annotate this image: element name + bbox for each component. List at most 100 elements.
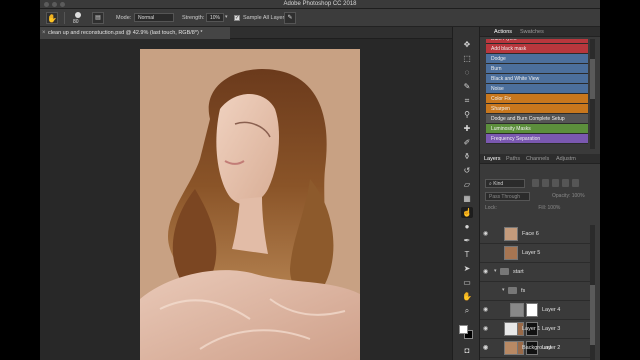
tab-actions[interactable]: Actions — [494, 29, 512, 35]
gradient-tool-icon[interactable]: ▦ — [461, 193, 473, 204]
layer-row-layer-4[interactable]: ◉ Layer 4 — [480, 301, 592, 320]
crop-tool-icon[interactable]: ⌗ — [461, 95, 473, 106]
layer-row-start-group[interactable]: ◉ ▾ start — [480, 263, 592, 282]
action-item[interactable]: Luminosity Masks — [486, 124, 588, 134]
layer-mask-thumbnail[interactable] — [526, 303, 538, 317]
filter-shape-icon[interactable] — [562, 179, 569, 187]
action-item[interactable]: Sharpen — [486, 104, 588, 114]
folder-icon — [500, 268, 509, 275]
tab-channels[interactable]: Channels — [526, 156, 549, 162]
action-item[interactable]: Add black mask — [486, 44, 588, 54]
layer-row-layer-5[interactable]: Layer 5 — [480, 244, 592, 263]
filter-type-icon[interactable] — [552, 179, 559, 187]
history-brush-tool-icon[interactable]: ↺ — [461, 165, 473, 176]
layer-row-fs-group[interactable]: ▾ fs — [480, 282, 592, 301]
tab-adjustments[interactable]: Adjustm — [556, 156, 576, 162]
layers-controls: ⌕ Kind Pass Through Opacity: 100% Lock: … — [480, 175, 600, 215]
kind-label: Kind — [493, 181, 504, 187]
layer-thumbnail — [504, 322, 518, 336]
strength-dropdown-icon[interactable]: ▾ — [225, 14, 228, 20]
tab-paths[interactable]: Paths — [506, 156, 520, 162]
dodge-tool-icon[interactable]: ● — [461, 221, 473, 232]
document-tab[interactable]: × clean up and reconstuction.psd @ 42.9%… — [40, 27, 230, 39]
fill-label: Fill: — [538, 205, 547, 211]
eraser-tool-icon[interactable]: ▱ — [461, 179, 473, 190]
layer-name: fs — [521, 288, 526, 294]
fill-value[interactable]: 100% — [548, 205, 561, 211]
hand-tool-icon[interactable]: ✋ — [461, 291, 473, 302]
type-tool-icon[interactable]: T — [461, 249, 473, 260]
action-item[interactable]: Black and White View — [486, 74, 588, 84]
brush-dot-icon — [75, 12, 81, 18]
letterbox-left — [0, 0, 40, 360]
foreground-color-swatch[interactable] — [459, 325, 468, 334]
clone-stamp-tool-icon[interactable]: ⚱ — [461, 151, 473, 162]
visibility-eye-icon[interactable]: ◉ — [483, 268, 490, 275]
tool-preset-icon[interactable]: ✋ — [46, 12, 58, 24]
sample-all-layers-checkbox[interactable]: ✓ — [234, 15, 240, 21]
brush-preset-picker[interactable]: 80 — [70, 11, 86, 25]
layers-scrollbar[interactable] — [590, 225, 595, 360]
layer-name: Layer 4 — [542, 307, 561, 313]
opacity-value: 100% — [571, 193, 585, 199]
filter-smart-object-icon[interactable] — [572, 179, 579, 187]
canvas-area[interactable] — [40, 39, 452, 360]
actions-list: Dark Flyers Add black mask Dodge Burn Black … — [486, 39, 588, 149]
document-tab-title: clean up and reconstuction.psd @ 42.9% (… — [48, 30, 203, 36]
expand-group-chevron-icon[interactable]: ▾ — [494, 268, 497, 274]
close-tab-icon[interactable]: × — [42, 27, 46, 39]
layer-thumbnail — [510, 303, 524, 317]
filter-adjustment-icon[interactable] — [542, 179, 549, 187]
actions-scrollbar[interactable] — [590, 39, 595, 149]
healing-brush-tool-icon[interactable]: ✚ — [461, 123, 473, 134]
sample-all-layers-label: Sample All Layers — [243, 15, 288, 21]
opacity-control[interactable]: Opacity: 100% — [552, 193, 585, 199]
visibility-eye-icon[interactable]: ◉ — [483, 306, 490, 313]
move-tool-icon[interactable]: ✥ — [461, 39, 473, 50]
title-bar: Adobe Photoshop CC 2018 — [40, 0, 600, 9]
smudge-tool-icon[interactable]: ☝ — [461, 207, 473, 218]
visibility-eye-icon[interactable]: ◉ — [483, 230, 490, 237]
actions-panel-tabs: Actions Swatches — [480, 27, 600, 37]
action-item[interactable]: Color Fix — [486, 94, 588, 104]
action-item[interactable]: Dodge — [486, 54, 588, 64]
lasso-tool-icon[interactable]: ◌ — [461, 67, 473, 78]
actions-scroll-thumb[interactable] — [590, 59, 595, 99]
layer-row-layer-1[interactable]: Layer 1 — [480, 320, 592, 339]
marquee-tool-icon[interactable]: ⬚ — [461, 53, 473, 64]
layer-thumbnail — [504, 227, 518, 241]
strength-label: Strength: — [182, 15, 205, 21]
eyedropper-tool-icon[interactable]: ⚲ — [461, 109, 473, 120]
layer-filter-kind-select[interactable]: ⌕ Kind — [485, 179, 525, 188]
pen-tool-icon[interactable]: ✒ — [461, 235, 473, 246]
action-item[interactable]: Dodge and Burn Complete Setup — [486, 114, 588, 124]
brush-panel-toggle-icon[interactable]: ▤ — [92, 12, 104, 24]
strength-input[interactable]: 10% — [206, 13, 224, 22]
pressure-strength-icon[interactable]: ✎ — [284, 12, 296, 24]
path-selection-tool-icon[interactable]: ➤ — [461, 263, 473, 274]
window-title: Adobe Photoshop CC 2018 — [283, 1, 357, 7]
document-image[interactable] — [140, 49, 360, 360]
action-item[interactable]: Burn — [486, 64, 588, 74]
blend-mode-select[interactable]: Pass Through — [485, 192, 530, 201]
tab-layers[interactable]: Layers — [484, 156, 501, 162]
layer-row-background[interactable]: ◉ Background — [480, 339, 592, 358]
layer-name: start — [513, 269, 524, 275]
action-item[interactable]: Noise — [486, 84, 588, 94]
action-item[interactable]: Frequency Separation — [486, 134, 588, 144]
opacity-label: Opacity: — [552, 193, 571, 199]
mode-select[interactable]: Normal — [134, 13, 174, 22]
brush-tool-icon[interactable]: ✐ — [461, 137, 473, 148]
quick-mask-icon[interactable]: ◘ — [461, 345, 473, 356]
visibility-eye-icon[interactable]: ◉ — [483, 344, 490, 351]
zoom-tool-icon[interactable]: ⌕ — [461, 305, 473, 316]
filter-pixel-icon[interactable] — [532, 179, 539, 187]
tab-swatches[interactable]: Swatches — [520, 29, 544, 35]
layer-name: Layer 1 — [522, 326, 541, 332]
layer-row-face-6[interactable]: ◉ Face 6 — [480, 225, 592, 244]
mode-label: Mode: — [116, 15, 132, 21]
expand-group-chevron-icon[interactable]: ▾ — [502, 287, 505, 293]
shape-tool-icon[interactable]: ▭ — [461, 277, 473, 288]
quick-select-tool-icon[interactable]: ✎ — [461, 81, 473, 92]
layers-scroll-thumb[interactable] — [590, 285, 595, 345]
